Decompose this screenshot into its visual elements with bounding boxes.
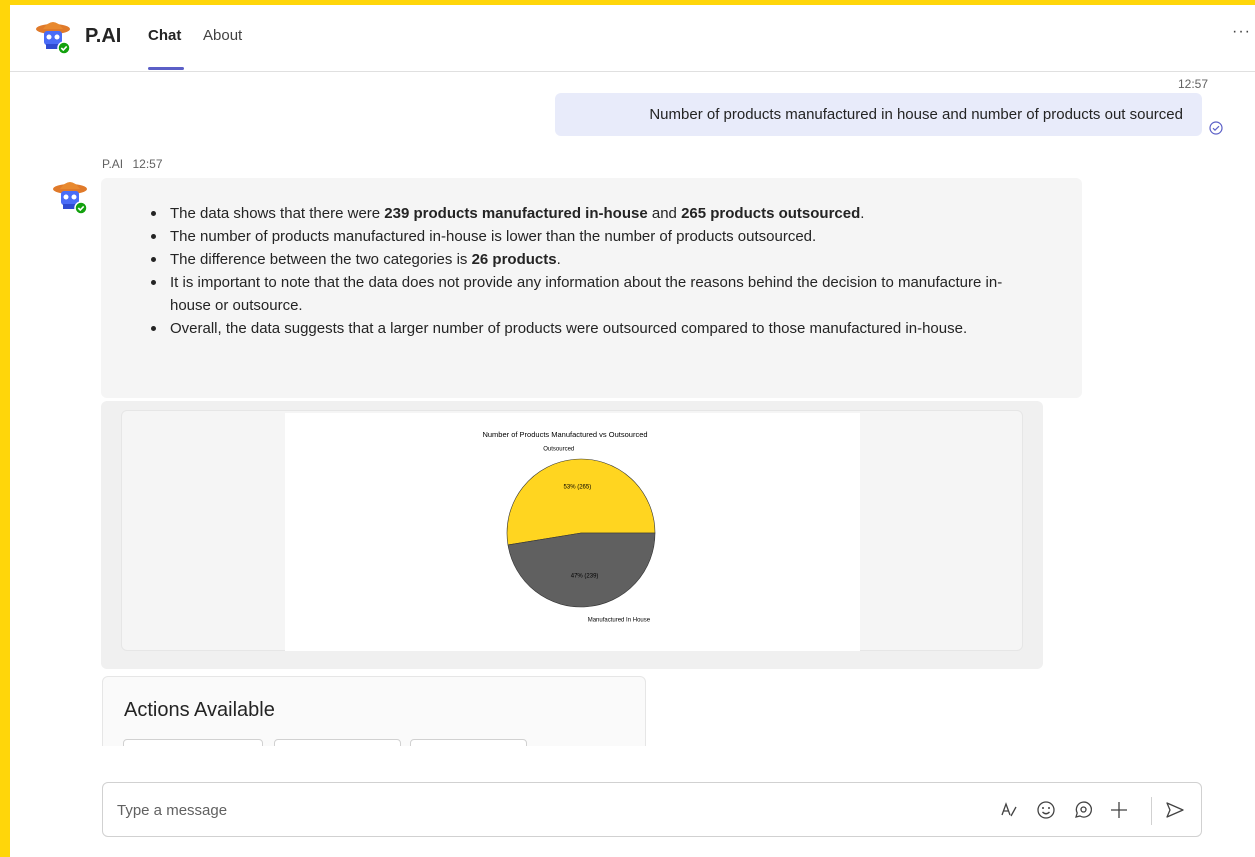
sent-message[interactable]: Number of products manufactured in house… <box>555 93 1202 136</box>
bullet-bold-text: 26 products <box>471 251 557 268</box>
chart-card: Number of Products Manufactured vs Outso… <box>121 410 1023 651</box>
actions-title: Actions Available <box>124 699 275 721</box>
bot-message-time: 12:57 <box>132 157 163 171</box>
pie-category-label: Outsourced <box>543 446 574 452</box>
send-icon[interactable] <box>1163 798 1187 822</box>
app-header: P.AI Chat About ··· <box>10 5 1255 72</box>
teams-app-window: P.AI Chat About ··· 12:57 Number of prod… <box>0 0 1255 857</box>
loop-icon[interactable] <box>1071 798 1095 822</box>
action-button-3[interactable] <box>410 739 527 746</box>
chart-message[interactable]: Number of Products Manufactured vs Outso… <box>101 401 1043 669</box>
chat-thread[interactable]: 12:57 Number of products manufactured in… <box>10 73 1255 746</box>
pie-slice-outsourced <box>506 458 656 546</box>
bot-sender-name: P.AI <box>102 157 124 171</box>
bot-bullet-item: The difference between the two categorie… <box>148 248 1028 271</box>
bot-bullet-item: The number of products manufactured in-h… <box>148 225 1028 248</box>
app-name: P.AI <box>85 25 122 47</box>
bot-logo-icon[interactable] <box>33 17 73 57</box>
message-composer <box>102 782 1202 837</box>
actions-card: Actions Available <box>102 676 646 746</box>
message-input[interactable] <box>117 797 917 823</box>
format-icon[interactable] <box>997 798 1021 822</box>
composer-divider <box>1151 797 1152 825</box>
bullet-text: The data shows that there were <box>170 205 385 222</box>
bot-bullet-item: The data shows that there were 239 produ… <box>148 202 1028 225</box>
pie-chart-image[interactable]: Number of Products Manufactured vs Outso… <box>285 413 860 651</box>
pie-category-label: Manufactured In House <box>588 618 651 624</box>
read-receipt-icon <box>1209 121 1223 135</box>
bot-message[interactable]: The data shows that there were 239 produ… <box>101 178 1082 398</box>
bullet-text: The number of products manufactured in-h… <box>170 228 817 245</box>
pie-chart: Number of Products Manufactured vs Outso… <box>482 430 656 624</box>
action-button-1[interactable] <box>123 739 263 746</box>
bullet-text: The difference between the two categorie… <box>170 251 472 268</box>
plus-icon[interactable] <box>1107 798 1131 822</box>
bullet-text: It is important to note that the data do… <box>170 274 1003 314</box>
bot-bullet-item: Overall, the data suggests that a larger… <box>148 317 1028 340</box>
bullet-bold-text: 239 products manufactured in-house <box>384 205 648 222</box>
bot-bullet-item: It is important to note that the data do… <box>148 271 1028 317</box>
pie-percent-label: 53% (265) <box>564 485 592 491</box>
emoji-icon[interactable] <box>1034 798 1058 822</box>
bullet-bold-text: 265 products outsourced <box>681 205 861 222</box>
chart-title: Number of Products Manufactured vs Outso… <box>482 430 647 439</box>
bullet-text: . <box>860 205 865 222</box>
sent-message-text: Number of products manufactured in house… <box>649 106 1183 123</box>
more-options-button[interactable]: ··· <box>1232 23 1251 41</box>
bot-bullet-list: The data shows that there were 239 produ… <box>148 202 1082 340</box>
sent-message-time: 12:57 <box>1178 77 1209 91</box>
pie-slice-manufactured-in-house <box>507 532 656 608</box>
active-tab-indicator <box>148 67 184 70</box>
pie-percent-label: 47% (239) <box>571 573 599 579</box>
bot-avatar-icon[interactable] <box>50 177 90 217</box>
tab-chat[interactable]: Chat <box>148 27 181 44</box>
bullet-text: Overall, the data suggests that a larger… <box>170 320 968 337</box>
bot-message-meta: P.AI 12:57 <box>102 157 169 171</box>
bullet-text: . <box>556 251 561 268</box>
action-button-2[interactable] <box>274 739 401 746</box>
tab-about[interactable]: About <box>203 27 242 44</box>
bullet-text: and <box>647 205 682 222</box>
